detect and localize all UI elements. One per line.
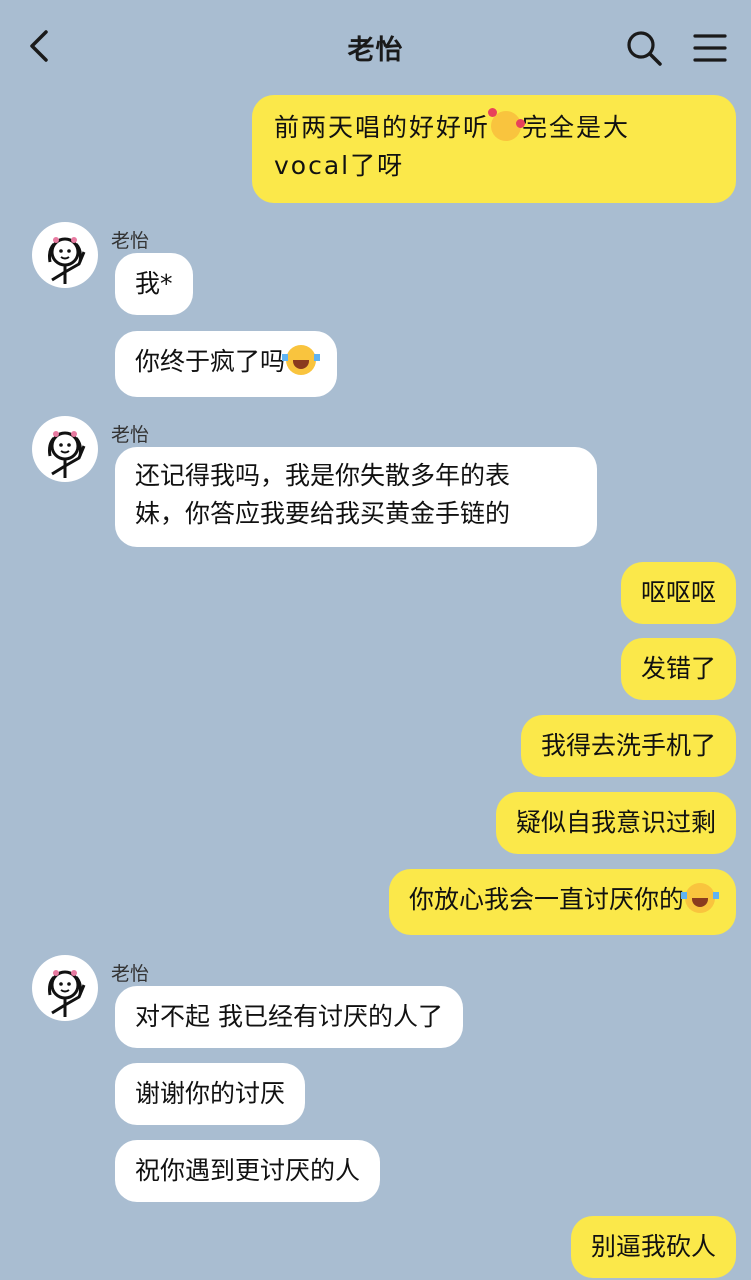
outgoing-message[interactable]: 你放心我会一直讨厌你的 bbox=[388, 869, 736, 935]
hamburger-menu-icon[interactable] bbox=[692, 30, 728, 66]
stick-figure-avatar-icon bbox=[48, 431, 86, 478]
message-text: vocal了呀 bbox=[274, 151, 405, 180]
message-text: 别逼我砍人 bbox=[590, 1232, 716, 1261]
message-text: 前两天唱的好好听 bbox=[274, 113, 491, 142]
stick-figure-avatar-icon bbox=[48, 970, 86, 1017]
message-text: 呕呕呕 bbox=[640, 578, 716, 607]
incoming-message[interactable]: 对不起 我已经有讨厌的人了 bbox=[115, 986, 463, 1048]
chat-header: 老怡 bbox=[0, 0, 751, 95]
message-text: 发错了 bbox=[640, 654, 716, 683]
message-text: 完全是大 bbox=[522, 113, 631, 142]
search-icon[interactable] bbox=[624, 28, 664, 68]
sender-name: 老怡 bbox=[111, 963, 150, 985]
message-text: 妹，你答应我要给我买黄金手链的 bbox=[135, 499, 511, 528]
sender-name: 老怡 bbox=[111, 230, 150, 252]
message-text: 谢谢你的讨厌 bbox=[135, 1079, 286, 1108]
incoming-message[interactable]: 谢谢你的讨厌 bbox=[115, 1063, 306, 1125]
message-text: 对不起 我已经有讨厌的人了 bbox=[135, 1002, 443, 1031]
sender-name: 老怡 bbox=[111, 424, 150, 446]
outgoing-message[interactable]: 呕呕呕 bbox=[620, 562, 736, 624]
stick-figure-avatar-icon bbox=[48, 237, 86, 284]
incoming-message[interactable]: 我* bbox=[115, 253, 193, 315]
incoming-message[interactable]: 还记得我吗，我是你失散多年的表 妹，你答应我要给我买黄金手链的 bbox=[115, 447, 597, 547]
message-text: 祝你遇到更讨厌的人 bbox=[135, 1156, 361, 1185]
avatar[interactable] bbox=[32, 222, 98, 288]
outgoing-message[interactable]: 别逼我砍人 bbox=[570, 1216, 736, 1278]
message-text: 疑似自我意识过剩 bbox=[515, 808, 716, 837]
outgoing-message[interactable]: 发错了 bbox=[620, 638, 736, 700]
avatar[interactable] bbox=[32, 416, 98, 482]
laughing-tears-emoji bbox=[681, 883, 719, 913]
avatar[interactable] bbox=[32, 955, 98, 1021]
laughing-tears-emoji bbox=[282, 345, 321, 375]
message-text: 我得去洗手机了 bbox=[540, 731, 716, 760]
outgoing-message[interactable]: 疑似自我意识过剩 bbox=[495, 792, 736, 854]
message-text: 你放心我会一直讨厌你的 bbox=[408, 885, 684, 914]
incoming-message[interactable]: 你终于疯了吗 bbox=[115, 331, 338, 397]
message-text: 你终于疯了吗 bbox=[135, 347, 286, 376]
message-text: 还记得我吗，我是你失散多年的表 bbox=[135, 461, 511, 490]
outgoing-message[interactable]: 我得去洗手机了 bbox=[520, 715, 736, 777]
message-text: 我* bbox=[135, 269, 173, 298]
incoming-message[interactable]: 祝你遇到更讨厌的人 bbox=[115, 1140, 381, 1202]
smiling-face-with-hearts-emoji bbox=[488, 108, 526, 141]
outgoing-message[interactable]: 前两天唱的好好听 完全是大 vocal了呀 bbox=[252, 95, 736, 203]
